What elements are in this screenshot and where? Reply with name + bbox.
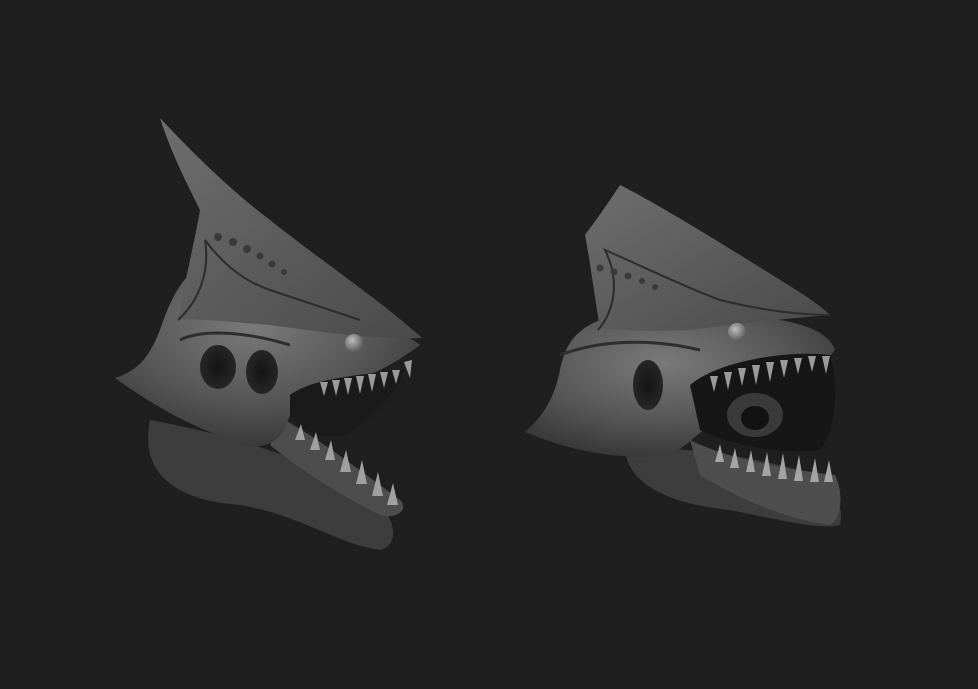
eye [345,334,363,352]
eye [728,323,746,341]
cheek-hole-2 [246,350,278,394]
cheek-hole-1 [200,345,236,389]
cheek-hole [633,360,663,410]
creature-head-three-quarter-view [525,185,841,527]
inner-jaw-hole [741,406,769,430]
head-crest [160,118,422,339]
render-viewport [0,0,978,689]
creature-head-side-view [115,118,422,550]
render-canvas [115,118,841,550]
